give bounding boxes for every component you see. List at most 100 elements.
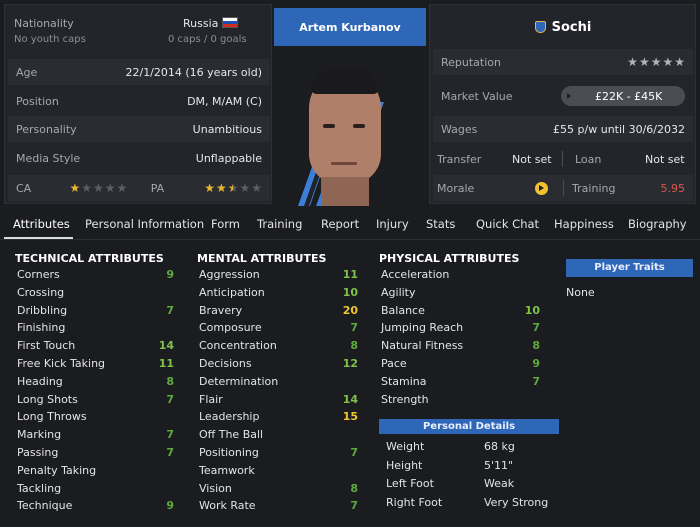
attribute-row[interactable]: Long Throws: [17, 410, 174, 423]
nationality-value[interactable]: Russia: [183, 17, 218, 30]
loan-label: Loan: [575, 152, 602, 166]
attribute-row[interactable]: Heading 8: [17, 375, 174, 388]
attribute-row[interactable]: Flair 14: [199, 393, 358, 406]
attribute-value: 7: [350, 321, 358, 335]
attribute-row[interactable]: Leadership 15: [199, 410, 358, 423]
attribute-row[interactable]: Dribbling 7: [17, 304, 174, 317]
attribute-value: 10: [342, 285, 358, 299]
player-traits-heading[interactable]: Player Traits: [566, 259, 693, 277]
attribute-row[interactable]: Strength: [381, 393, 540, 406]
attribute-row[interactable]: Positioning 7: [199, 446, 358, 459]
morale-icon[interactable]: [535, 181, 549, 195]
youth-caps: No youth caps: [14, 34, 86, 45]
pa-label: PA: [150, 181, 165, 195]
player-traits-value: None: [566, 286, 595, 299]
tab-happiness[interactable]: Happiness: [554, 217, 614, 231]
attribute-row[interactable]: Composure 7: [199, 321, 358, 334]
transfer-loan-row: Transfer Not set Loan Not set: [433, 146, 693, 172]
attribute-row[interactable]: Stamina 7: [381, 375, 540, 388]
attribute-name: Dribbling: [17, 303, 68, 317]
attribute-row[interactable]: Work Rate 7: [199, 499, 358, 512]
left-foot-value: Weak: [484, 477, 515, 490]
attribute-row[interactable]: Decisions 12: [199, 357, 358, 370]
attribute-row[interactable]: Concentration 8: [199, 339, 358, 352]
wages-label: Wages: [441, 122, 478, 136]
attribute-row[interactable]: Tackling: [17, 482, 174, 495]
tab-injury[interactable]: Injury: [376, 217, 409, 231]
attribute-value: 11: [158, 357, 174, 370]
tab-form[interactable]: Form: [211, 217, 240, 231]
market-value-pill[interactable]: £22K - £45K: [561, 86, 685, 106]
attribute-row[interactable]: Free Kick Taking 11: [17, 357, 174, 370]
personality-value: Unambitious: [192, 122, 262, 136]
attribute-row[interactable]: Off The Ball: [199, 428, 358, 441]
attribute-value: 8: [350, 481, 358, 495]
star-half-icon: ★: [227, 181, 239, 195]
tab-biography[interactable]: Biography: [628, 217, 687, 231]
attribute-row[interactable]: Bravery 20: [199, 304, 358, 317]
left-foot-label: Left Foot: [386, 477, 434, 490]
attribute-row[interactable]: Crossing: [17, 286, 174, 299]
club-name: Sochi: [551, 19, 592, 35]
nationality-label: Nationality: [14, 17, 74, 30]
attribute-row[interactable]: Jumping Reach 7: [381, 321, 540, 334]
age-row: Age 22/1/2014 (16 years old): [8, 59, 270, 85]
eye-icon: [353, 124, 365, 128]
attribute-row[interactable]: Vision 8: [199, 482, 358, 495]
tag-icon: [567, 93, 573, 99]
attribute-name: Anticipation: [199, 285, 265, 299]
attribute-name: Positioning: [199, 446, 259, 459]
attribute-name: Jumping Reach: [381, 321, 464, 335]
personal-details-heading: Personal Details: [379, 419, 559, 434]
attribute-row[interactable]: Teamwork: [199, 464, 358, 477]
attribute-value: 7: [166, 446, 174, 459]
attribute-row[interactable]: Finishing: [17, 321, 174, 334]
height-label: Height: [386, 458, 423, 472]
attribute-row[interactable]: Corners 9: [17, 268, 174, 281]
attribute-value: 12: [342, 357, 358, 370]
attribute-name: Concentration: [199, 339, 277, 353]
player-name-button[interactable]: Artem Kurbanov: [274, 8, 426, 46]
attribute-row[interactable]: Determination: [199, 375, 358, 388]
age-value: 22/1/2014 (16 years old): [125, 65, 262, 79]
tab-personal-information[interactable]: Personal Information: [85, 217, 204, 231]
attribute-row[interactable]: Passing 7: [17, 446, 174, 459]
tab-attributes[interactable]: Attributes: [13, 217, 70, 231]
attribute-row[interactable]: Natural Fitness 8: [381, 339, 540, 352]
attribute-value: 9: [532, 357, 540, 370]
attribute-row[interactable]: Technique 9: [17, 499, 174, 512]
tab-bar: Attributes Personal Information Form Tra…: [0, 210, 700, 240]
tab-quick-chat[interactable]: Quick Chat: [476, 217, 539, 231]
attribute-row[interactable]: Marking 7: [17, 428, 174, 441]
attribute-row[interactable]: Anticipation 10: [199, 286, 358, 299]
attribute-name: Acceleration: [381, 268, 450, 281]
attribute-row[interactable]: Acceleration: [381, 268, 540, 281]
attribute-value: 7: [350, 446, 358, 459]
position-value[interactable]: DM, M/AM (C): [187, 95, 262, 108]
attribute-row[interactable]: Balance 10: [381, 304, 540, 317]
mental-attributes-heading: MENTAL ATTRIBUTES: [197, 252, 327, 265]
attribute-name: Corners: [17, 268, 60, 281]
personal-details: Weight 68 kg Height 5'11" Left Foot Weak…: [386, 440, 556, 514]
attribute-row[interactable]: Agility: [381, 286, 540, 299]
right-foot-label: Right Foot: [386, 495, 443, 509]
attribute-row[interactable]: Aggression 11: [199, 268, 358, 281]
attribute-name: Long Throws: [17, 410, 87, 424]
right-foot-value: Very Strong: [484, 495, 549, 509]
attribute-row[interactable]: Penalty Taking: [17, 464, 174, 477]
attribute-name: Technique: [17, 499, 73, 513]
attribute-row[interactable]: First Touch 14: [17, 339, 174, 352]
club-header[interactable]: Sochi: [433, 8, 693, 46]
tab-training[interactable]: Training: [257, 217, 302, 231]
attribute-name: Long Shots: [17, 392, 78, 406]
ability-row: CA ★ ★ ★ ★ ★ PA ★ ★ ★ ★ ★: [8, 175, 270, 201]
transfer-value[interactable]: Not set: [512, 153, 562, 166]
tab-report[interactable]: Report: [321, 217, 359, 231]
star-icon: ★: [650, 55, 662, 69]
personality-row: Personality Unambitious: [8, 116, 270, 142]
loan-value[interactable]: Not set: [645, 153, 685, 166]
attribute-row[interactable]: Pace 9: [381, 357, 540, 370]
attribute-value: 7: [166, 303, 174, 317]
tab-stats[interactable]: Stats: [426, 217, 455, 231]
attribute-row[interactable]: Long Shots 7: [17, 393, 174, 406]
